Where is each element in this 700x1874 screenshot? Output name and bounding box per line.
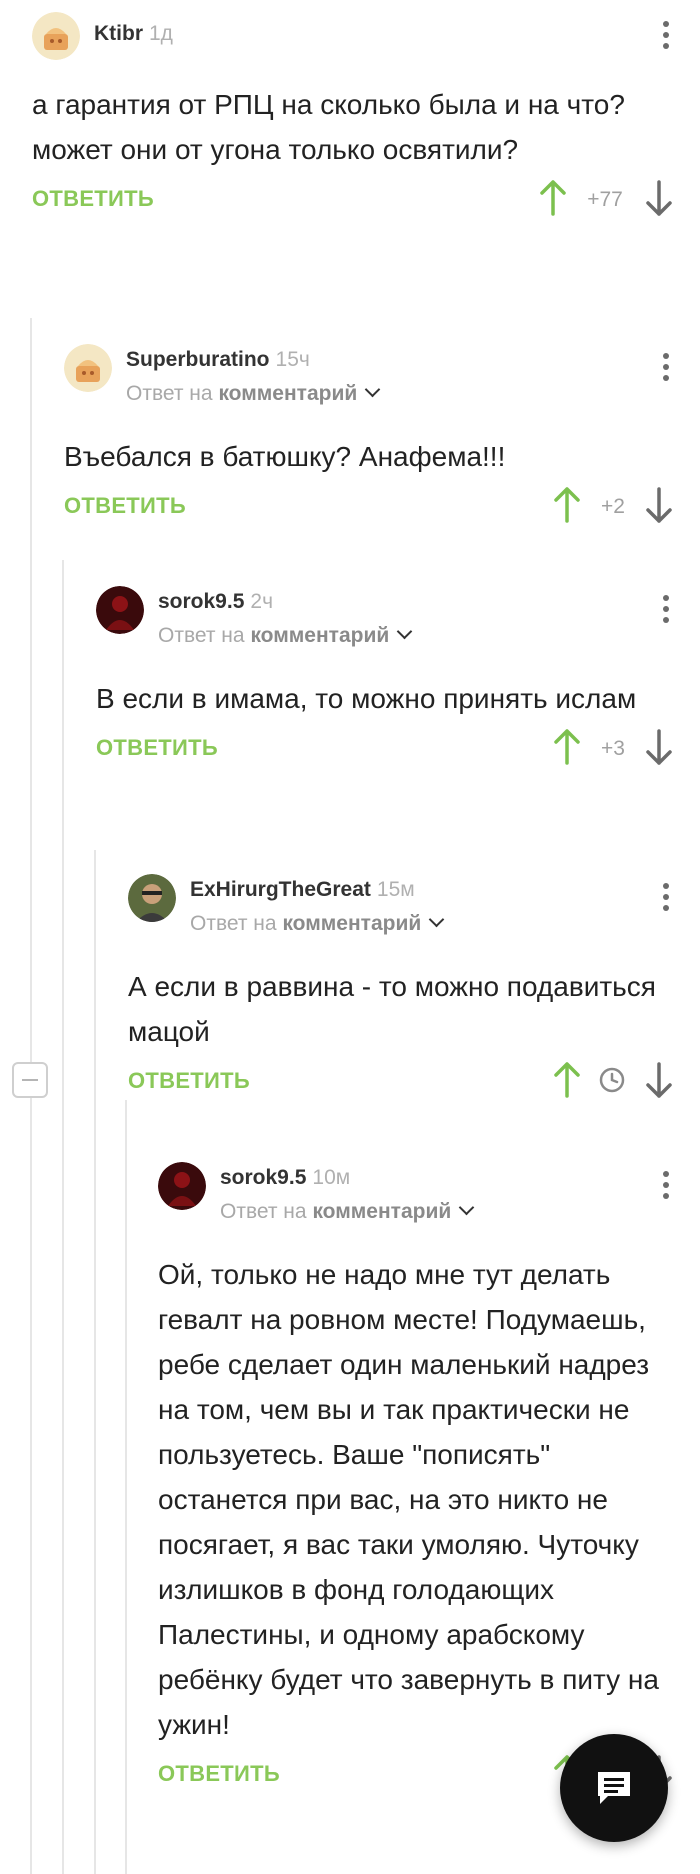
comment-rating: +77 xyxy=(587,188,623,211)
chevron-down-icon xyxy=(428,911,445,928)
chevron-down-icon xyxy=(458,1199,475,1216)
arrow-up-icon[interactable] xyxy=(552,1062,582,1098)
comment-header: Ktibr 1д xyxy=(32,12,678,60)
chat-bubble-icon xyxy=(598,1772,630,1804)
arrow-up-icon[interactable] xyxy=(538,180,568,216)
arrow-down-icon[interactable] xyxy=(644,487,674,523)
ellipsis-vertical-icon[interactable] xyxy=(654,880,678,916)
comment-author[interactable]: ExHirurgTheGreat 15м xyxy=(190,878,415,902)
comment-time: 15м xyxy=(376,878,415,901)
comment: sorok9.5 10м Ответ на комментарий Ой, тол… xyxy=(158,1162,678,1795)
avatar[interactable] xyxy=(64,344,112,392)
thread-line-level-3 xyxy=(94,850,96,1874)
comment: Ktibr 1д а гарантия от РПЦ на сколько был… xyxy=(32,12,678,220)
comment-fab-button[interactable] xyxy=(560,1734,668,1842)
reply-to-link[interactable]: Ответ на комментарий xyxy=(158,623,413,648)
comment-text: В если в имама, то можно принять ислам xyxy=(96,683,637,714)
comment-text: а гарантия от РПЦ на сколько была и на ч… xyxy=(32,89,625,165)
reply-button[interactable]: ОТВЕТИТЬ xyxy=(32,186,154,212)
comment-header: ExHirurgTheGreat 15м Ответ на комментарий xyxy=(128,874,678,935)
comment-header: Superburatino 15ч Ответ на комментарий xyxy=(64,344,678,405)
comment-actions: ОТВЕТИТЬ xyxy=(128,1062,678,1102)
avatar[interactable] xyxy=(96,586,144,634)
arrow-down-icon[interactable] xyxy=(644,180,674,216)
collapse-thread-button[interactable] xyxy=(12,1062,48,1098)
comment-rating: +3 xyxy=(601,737,625,760)
comment-rating: +2 xyxy=(601,495,625,518)
reply-button[interactable]: ОТВЕТИТЬ xyxy=(158,1761,280,1787)
reply-button[interactable]: ОТВЕТИТЬ xyxy=(128,1068,250,1094)
thread-line-level-4 xyxy=(125,1100,127,1874)
comment-text: Ой, только не надо мне тут делать гевалт… xyxy=(158,1259,659,1740)
reply-to-link[interactable]: Ответ на комментарий xyxy=(190,911,445,936)
ellipsis-vertical-icon[interactable] xyxy=(654,350,678,386)
comment-actions: ОТВЕТИТЬ +77 xyxy=(32,180,678,220)
comment-author[interactable]: sorok9.5 2ч xyxy=(158,590,273,614)
arrow-up-icon[interactable] xyxy=(552,729,582,765)
comment-actions: ОТВЕТИТЬ +3 xyxy=(96,729,678,769)
comment: Superburatino 15ч Ответ на комментарий Въ… xyxy=(64,344,678,527)
comment-time: 1д xyxy=(149,22,173,45)
comment-header: sorok9.5 2ч Ответ на комментарий xyxy=(96,586,678,647)
ellipsis-vertical-icon[interactable] xyxy=(654,592,678,628)
reply-to-link[interactable]: Ответ на комментарий xyxy=(126,381,381,406)
avatar[interactable] xyxy=(32,12,80,60)
comment-actions: ОТВЕТИТЬ +2 xyxy=(64,487,678,527)
arrow-down-icon[interactable] xyxy=(644,729,674,765)
comment-time: 2ч xyxy=(250,590,274,613)
reply-to-link[interactable]: Ответ на комментарий xyxy=(220,1199,475,1224)
ellipsis-vertical-icon[interactable] xyxy=(654,1168,678,1204)
comment: sorok9.5 2ч Ответ на комментарий В если в… xyxy=(96,586,678,769)
comment-text: Въебался в батюшку? Анафема!!! xyxy=(64,441,506,472)
comment-text: А если в раввина - то можно подавиться м… xyxy=(128,971,656,1047)
thread-line-level-2 xyxy=(62,560,64,1874)
avatar[interactable] xyxy=(128,874,176,922)
comment-time: 10м xyxy=(312,1166,351,1189)
comment-author[interactable]: Ktibr 1д xyxy=(94,22,173,46)
comment-header: sorok9.5 10м Ответ на комментарий xyxy=(158,1162,678,1223)
chevron-down-icon xyxy=(364,381,381,398)
chevron-down-icon xyxy=(396,623,413,640)
comment-author[interactable]: Superburatino 15ч xyxy=(126,348,310,372)
comment-author[interactable]: sorok9.5 10м xyxy=(220,1166,350,1190)
reply-button[interactable]: ОТВЕТИТЬ xyxy=(64,493,186,519)
ellipsis-vertical-icon[interactable] xyxy=(654,18,678,54)
comment: ExHirurgTheGreat 15м Ответ на комментарий… xyxy=(128,874,678,1102)
reply-button[interactable]: ОТВЕТИТЬ xyxy=(96,735,218,761)
arrow-up-icon[interactable] xyxy=(552,487,582,523)
avatar[interactable] xyxy=(158,1162,206,1210)
clock-icon xyxy=(599,1067,625,1093)
arrow-down-icon[interactable] xyxy=(644,1062,674,1098)
comment-time: 15ч xyxy=(275,348,310,371)
